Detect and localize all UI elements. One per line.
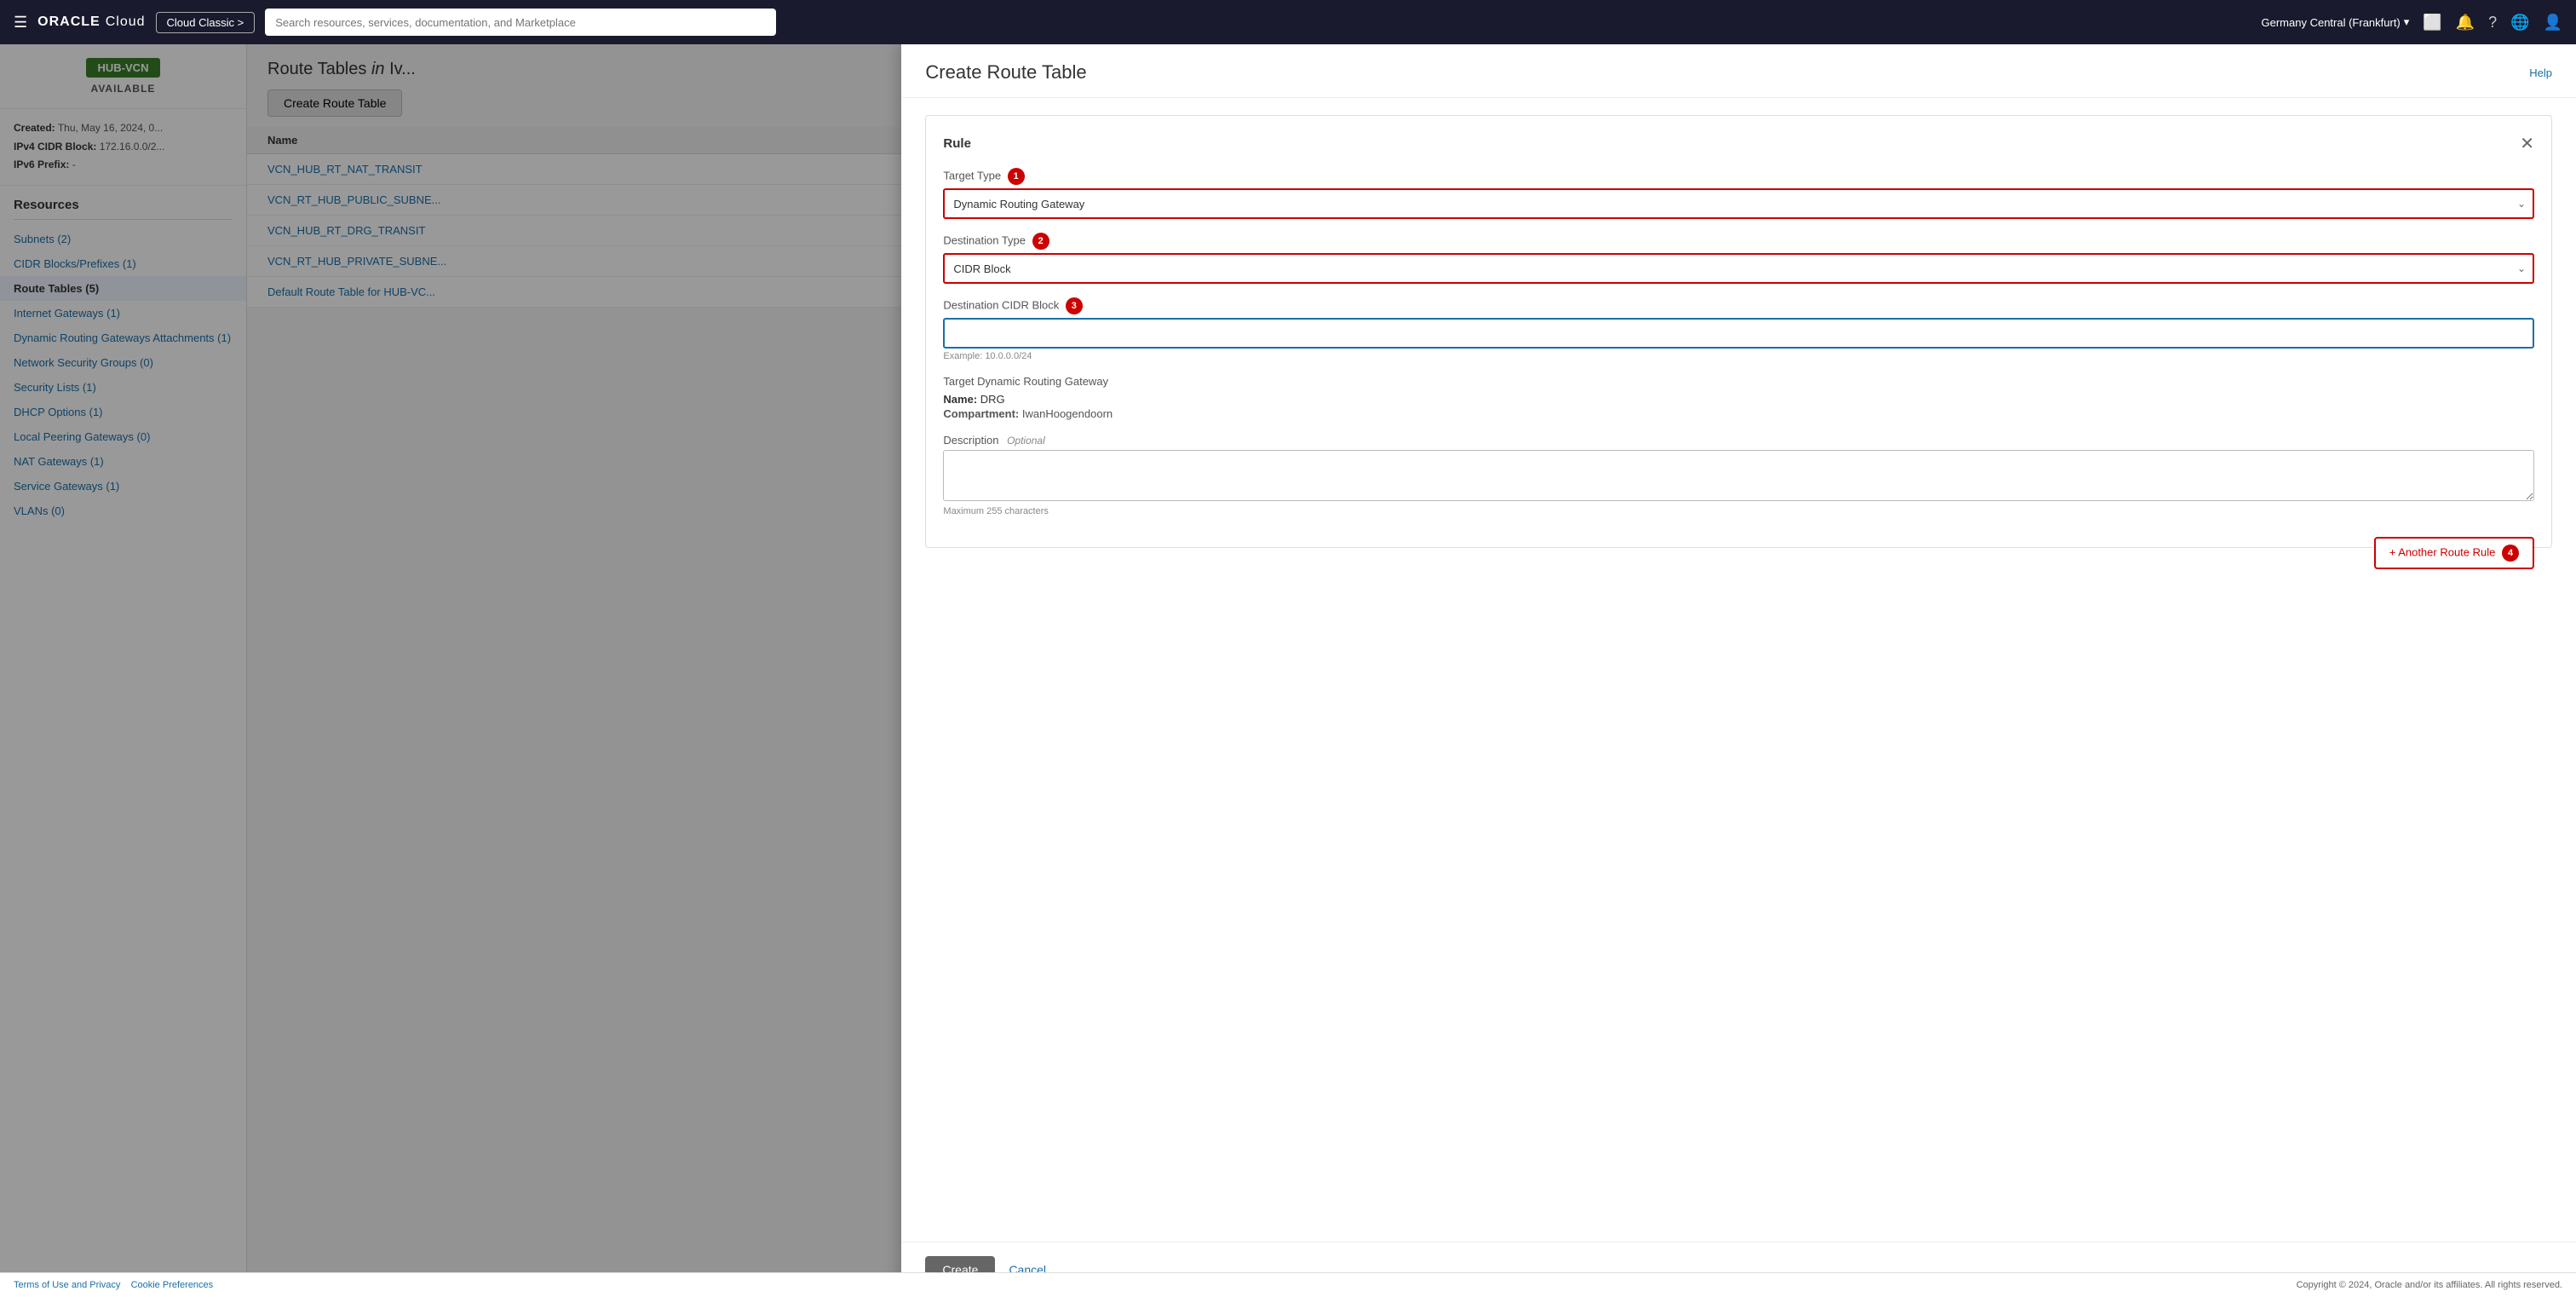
destination-type-badge: 2 [1032,233,1049,250]
menu-icon[interactable]: ☰ [14,14,27,32]
rule-close-button[interactable]: ✕ [2520,133,2534,154]
notification-icon[interactable]: 🔔 [2456,14,2475,32]
target-type-label: Target Type 1 [943,168,2534,185]
target-drg-info: Target Dynamic Routing Gateway Name: DRG… [943,375,2534,420]
cookie-link[interactable]: Cookie Preferences [131,1280,214,1290]
description-optional: Optional [1007,435,1045,447]
rule-card-header: Rule ✕ [943,133,2534,154]
destination-cidr-group: Destination CIDR Block 3 172.16.1.0/24 E… [943,297,2534,361]
region-label: Germany Central (Frankfurt) [2262,16,2401,29]
top-navigation: ☰ ORACLE Cloud Cloud Classic > Germany C… [0,0,2576,44]
create-route-table-dialog: Create Route Table Help Rule ✕ Target Ty… [901,44,2576,1297]
dialog-help-link[interactable]: Help [2529,66,2552,79]
description-max-hint: Maximum 255 characters [943,506,2534,516]
target-type-group: Target Type 1 Dynamic Routing Gateway ⌄ [943,168,2534,219]
search-input[interactable] [265,9,776,36]
destination-type-select[interactable]: CIDR Block [943,253,2534,284]
cloud-text: Cloud [106,14,146,30]
destination-cidr-input[interactable]: 172.16.1.0/24 [943,318,2534,349]
region-chevron-icon: ▾ [2404,15,2410,29]
description-group: Description Optional Maximum 255 charact… [943,434,2534,516]
cloud-classic-button[interactable]: Cloud Classic > [156,12,256,33]
rule-card: Rule ✕ Target Type 1 Dynamic Routing Gat… [925,115,2552,548]
target-drg-compartment: Compartment: IwanHoogendoorn [943,407,2534,420]
dialog-body: Rule ✕ Target Type 1 Dynamic Routing Gat… [901,98,2576,1242]
target-name-value: DRG [980,393,1005,406]
target-drg-label: Target Dynamic Routing Gateway [943,375,2534,388]
destination-cidr-hint: Example: 10.0.0.0/24 [943,351,2534,361]
footer: Terms of Use and Privacy Cookie Preferen… [0,1272,2576,1297]
target-compartment-label: Compartment: [943,407,1019,420]
target-drg-name: Name: DRG [943,393,2534,406]
destination-cidr-badge: 3 [1066,297,1083,314]
another-route-rule-button[interactable]: + Another Route Rule 4 [2374,537,2534,569]
developer-icon[interactable]: ⬜ [2423,14,2441,32]
target-name-label: Name: [943,393,977,406]
dialog-title: Create Route Table [925,61,1086,84]
rule-card-title: Rule [943,136,971,151]
oracle-text: ORACLE [37,14,101,30]
description-label: Description Optional [943,434,2534,447]
destination-type-group: Destination Type 2 CIDR Block ⌄ [943,233,2534,284]
destination-type-label: Destination Type 2 [943,233,2534,250]
region-selector[interactable]: Germany Central (Frankfurt) ▾ [2262,15,2410,29]
terms-link[interactable]: Terms of Use and Privacy [14,1280,120,1290]
target-type-badge: 1 [1008,168,1025,185]
footer-left: Terms of Use and Privacy Cookie Preferen… [14,1280,213,1290]
user-icon[interactable]: 👤 [2544,14,2562,32]
target-type-select-wrapper: Dynamic Routing Gateway ⌄ [943,188,2534,219]
oracle-logo: ORACLE Cloud [37,14,145,30]
dialog-header: Create Route Table Help [901,44,2576,98]
topnav-right: Germany Central (Frankfurt) ▾ ⬜ 🔔 ? 🌐 👤 [2262,14,2563,32]
destination-cidr-label: Destination CIDR Block 3 [943,297,2534,314]
destination-type-select-wrapper: CIDR Block ⌄ [943,253,2534,284]
target-compartment-value: IwanHoogendoorn [1022,407,1113,420]
target-type-select[interactable]: Dynamic Routing Gateway [943,188,2534,219]
globe-icon[interactable]: 🌐 [2510,14,2529,32]
description-textarea[interactable] [943,450,2534,501]
footer-copyright: Copyright © 2024, Oracle and/or its affi… [2297,1280,2562,1290]
help-icon[interactable]: ? [2488,14,2497,32]
another-rule-badge: 4 [2502,545,2519,562]
